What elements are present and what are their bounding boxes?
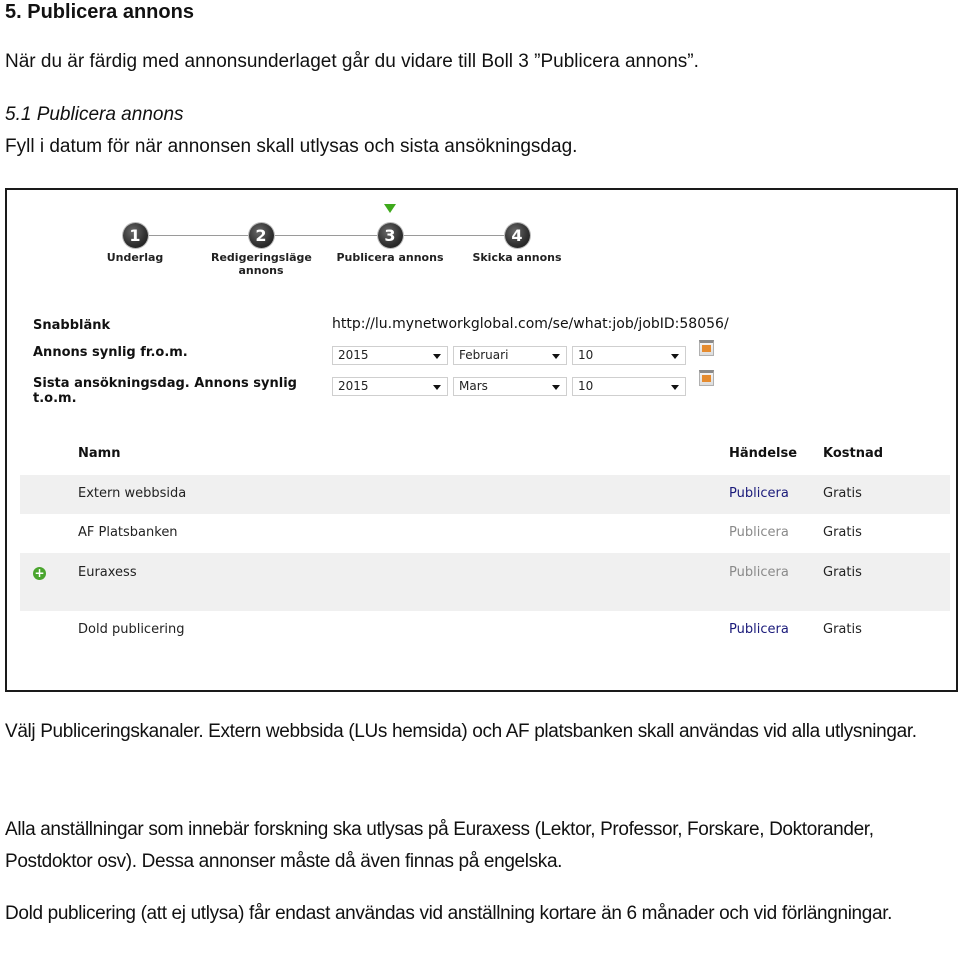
chevron-down-icon	[552, 354, 560, 359]
select-value: 10	[578, 379, 594, 393]
select-value: 2015	[338, 348, 369, 362]
calendar-icon[interactable]	[699, 370, 714, 386]
quicklink-label: Snabblänk	[33, 318, 111, 333]
step-2[interactable]: 2 Redigeringsläge annons	[201, 223, 321, 277]
step-1[interactable]: 1 Underlag	[75, 223, 195, 264]
channel-name: Euraxess	[78, 565, 137, 580]
channel-cost: Gratis	[823, 525, 862, 540]
intro-text: När du är färdig med annonsunderlaget gå…	[5, 51, 699, 72]
table-row: Extern webbsida Publicera Gratis	[20, 475, 950, 514]
column-header-name: Namn	[78, 446, 121, 461]
publish-link: Publicera	[729, 525, 789, 540]
column-header-event: Händelse	[729, 446, 798, 461]
channel-cost: Gratis	[823, 486, 862, 501]
step-label: Redigeringsläge annons	[211, 251, 312, 277]
step-number-badge: 4	[504, 223, 530, 248]
screenshot-frame: 1 Underlag 2 Redigeringsläge annons 3 Pu…	[5, 188, 958, 692]
chevron-down-icon	[552, 385, 560, 390]
step-4[interactable]: 4 Skicka annons	[457, 223, 577, 264]
select-value: Mars	[459, 379, 488, 393]
table-row: Dold publicering Publicera Gratis	[20, 611, 950, 650]
paragraph-euraxess: Alla anställningar som innebär forskning…	[5, 819, 874, 872]
plus-circle-icon[interactable]: +	[33, 567, 46, 580]
deadline-label: Sista ansökningsdag. Annons synlig t.o.m…	[33, 376, 297, 406]
channel-name: Dold publicering	[78, 622, 185, 637]
select-value: 10	[578, 348, 594, 362]
publish-link[interactable]: Publicera	[729, 486, 789, 501]
deadline-month-select[interactable]: Mars	[453, 377, 567, 396]
paragraph-hidden-publishing: Dold publicering (att ej utlysa) får end…	[5, 903, 893, 924]
select-value: Februari	[459, 348, 509, 362]
visible-from-day-select[interactable]: 10	[572, 346, 686, 365]
visible-from-year-select[interactable]: 2015	[332, 346, 448, 365]
publish-link[interactable]: Publicera	[729, 622, 789, 637]
chevron-down-icon	[671, 385, 679, 390]
visible-from-label: Annons synlig fr.o.m.	[33, 345, 188, 360]
active-step-marker-icon	[384, 204, 396, 213]
channel-cost: Gratis	[823, 565, 862, 580]
step-label: Underlag	[106, 251, 164, 264]
step-3[interactable]: 3 Publicera annons	[330, 223, 450, 264]
channel-cost: Gratis	[823, 622, 862, 637]
step-label: Publicera annons	[336, 251, 444, 264]
step-label: Skicka annons	[472, 251, 562, 264]
subsection-intro: Fyll i datum för när annonsen skall utly…	[5, 136, 578, 157]
table-row: + Euraxess Publicera Gratis	[20, 553, 950, 611]
table-row: AF Platsbanken Publicera Gratis	[20, 514, 950, 553]
step-number-badge: 2	[248, 223, 274, 248]
chevron-down-icon	[433, 385, 441, 390]
calendar-icon[interactable]	[699, 340, 714, 356]
deadline-day-select[interactable]: 10	[572, 377, 686, 396]
column-header-cost: Kostnad	[823, 446, 884, 461]
quicklink-url[interactable]: http://lu.mynetworkglobal.com/se/what:jo…	[332, 316, 729, 332]
publish-link: Publicera	[729, 565, 789, 580]
deadline-year-select[interactable]: 2015	[332, 377, 448, 396]
channel-name: AF Platsbanken	[78, 525, 178, 540]
step-number-badge: 3	[377, 223, 403, 248]
channel-name: Extern webbsida	[78, 486, 187, 501]
subsection-heading: 5.1 Publicera annons	[5, 104, 184, 125]
step-number-badge: 1	[122, 223, 148, 248]
visible-from-month-select[interactable]: Februari	[453, 346, 567, 365]
section-heading: 5. Publicera annons	[5, 1, 194, 23]
chevron-down-icon	[433, 354, 441, 359]
paragraph-channels: Välj Publiceringskanaler. Extern webbsid…	[5, 721, 917, 742]
select-value: 2015	[338, 379, 369, 393]
chevron-down-icon	[671, 354, 679, 359]
